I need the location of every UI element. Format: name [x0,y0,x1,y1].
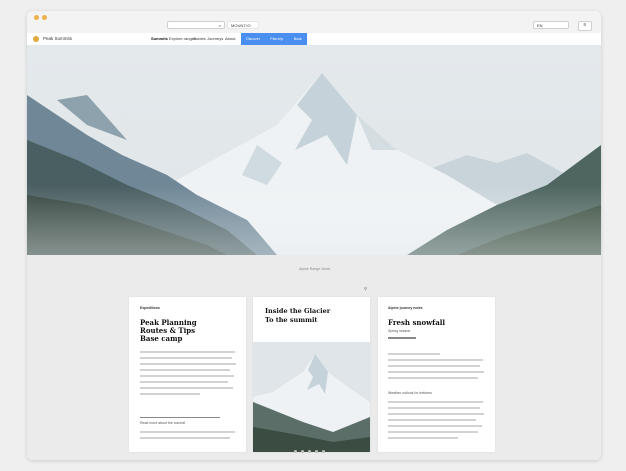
text-line [388,431,478,433]
text-line [140,363,236,365]
cta-discover[interactable]: Discover [246,33,260,45]
window-control-dot[interactable] [34,15,39,20]
nav-link-explore[interactable]: Explore ranges [169,35,196,43]
text-line [140,381,228,383]
text-line [140,357,232,359]
article-card[interactable]: Expeditions Peak Planning Routes & Tips … [129,297,246,452]
article-card[interactable]: Inside the Glacier To the summit [253,297,370,452]
text-line [388,377,478,379]
text-line [388,437,458,439]
article-card[interactable]: Alpine journey notes Fresh snowfall Spri… [378,297,495,452]
nav-link-about[interactable]: About [225,35,235,43]
page-dot[interactable] [308,450,311,453]
text-line [140,393,200,395]
card-eyebrow: Expeditions [140,306,160,310]
hero-image [27,45,601,255]
browser-window: ⌕ MOUNT.IO EN ≡ Peak Summits Summits Exp… [27,11,601,460]
window-control-dot[interactable] [42,15,47,20]
text-line [140,351,235,353]
pagination-dots [294,450,325,453]
page-dot[interactable] [301,450,304,453]
text-line [388,419,476,421]
nav-cta-bar: Discover Plan trip Book [241,33,307,45]
card-subtitle: Spring season [388,329,411,333]
text-line [140,369,230,371]
logo-icon[interactable] [33,36,39,42]
link-icon[interactable]: ⚲ [364,286,367,291]
brand-name[interactable]: Peak Summits [43,35,72,43]
url-bar[interactable]: ⌕ [167,21,225,29]
text-line [388,353,440,355]
mountain-image-icon[interactable] [253,342,370,452]
card-section-label: Weather outlook for trekkers [388,391,432,395]
text-line [388,365,480,367]
hero-caption: Alpine Range Views [299,267,331,271]
mountain-landscape [27,45,601,255]
nav-link-summits[interactable]: Summits [151,35,168,43]
card-footer-rule [140,417,220,418]
text-line [388,337,416,339]
search-icon: ⌕ [218,23,221,28]
text-line [388,371,484,373]
card-eyebrow: Alpine journey notes [388,306,423,310]
content-area: Alpine Range Views ⚲ Expeditions Peak Pl… [27,255,601,460]
text-line [388,407,480,409]
text-line [388,359,483,361]
card-title-line: Routes & Tips [140,326,196,335]
card-footer-link[interactable]: Read more about the summit [140,421,185,425]
page-dot[interactable] [294,450,297,453]
text-line [140,375,234,377]
card-title-line: To the summit [265,316,318,324]
card-title-line: Base camp [140,334,183,343]
cta-plan[interactable]: Plan trip [270,33,283,45]
browser-titlebar: ⌕ MOUNT.IO EN ≡ [27,11,601,34]
page-dot[interactable] [315,450,318,453]
card-title-line: Fresh snowfall [388,318,446,327]
card-title-line: Peak Planning [140,318,197,327]
address-tab[interactable]: MOUNT.IO [227,21,259,29]
text-line [140,431,235,433]
nav-link-journeys[interactable]: Journeys [207,35,223,43]
nav-link-guides[interactable]: Guides [193,35,206,43]
cta-book[interactable]: Book [294,33,302,45]
text-line [388,413,484,415]
menu-icon[interactable]: ≡ [578,21,592,31]
language-select[interactable]: EN [533,21,569,29]
page-dot[interactable] [322,450,325,453]
text-line [140,437,230,439]
text-line [388,425,482,427]
text-line [388,401,483,403]
card-title-line: Inside the Glacier [265,307,331,315]
card-mountain-image [253,342,370,452]
text-line [140,387,233,389]
